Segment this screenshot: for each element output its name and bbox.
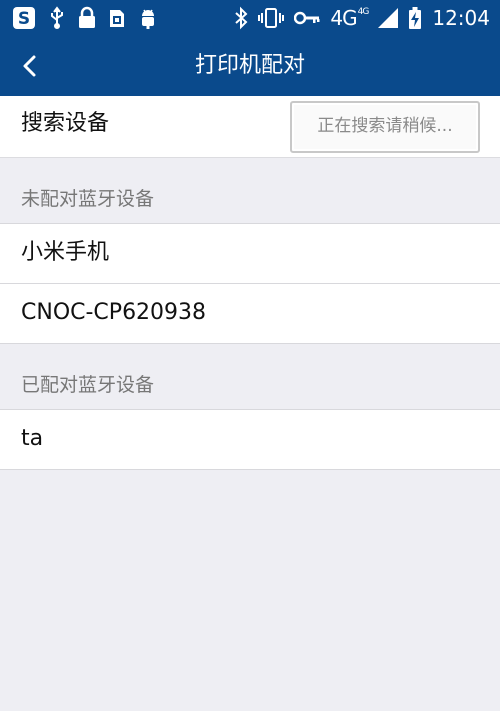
bluetooth-icon [234, 6, 248, 30]
lock-icon [78, 6, 96, 30]
device-name: 小米手机 [21, 240, 110, 265]
status-bar: S 4G 4G 12:04 [0, 0, 500, 36]
title-bar: 打印机配对 [0, 36, 500, 96]
android-debug-icon [138, 6, 158, 30]
unpaired-section-header: 未配对蓝牙设备 [0, 158, 500, 224]
device-name: ta [21, 426, 44, 451]
paired-section-title: 已配对蓝牙设备 [21, 374, 155, 396]
paired-device-item[interactable]: ta [0, 410, 500, 470]
chevron-left-icon [23, 55, 36, 77]
vibrate-icon [258, 6, 285, 30]
unpaired-device-item[interactable]: 小米手机 [0, 224, 500, 284]
network-type-indicator: 4G 4G [330, 6, 369, 30]
svg-text:S: S [18, 9, 30, 29]
key-icon [294, 6, 320, 30]
device-name: CNOC-CP620938 [21, 300, 207, 325]
search-label: 搜索设备 [21, 111, 110, 136]
clock: 12:04 [432, 6, 490, 30]
app-s-icon: S [12, 6, 36, 30]
status-bar-left: S [12, 6, 158, 30]
usb-icon [48, 6, 66, 30]
status-bar-right: 4G 4G 12:04 [234, 6, 490, 30]
unpaired-device-item[interactable]: CNOC-CP620938 [0, 284, 500, 344]
search-status-button[interactable]: 正在搜索请稍候... [290, 101, 480, 153]
paired-section-header: 已配对蓝牙设备 [0, 344, 500, 410]
sim-card-icon [108, 6, 126, 30]
page-title: 打印机配对 [194, 53, 305, 78]
battery-charging-icon [408, 6, 422, 30]
back-button[interactable] [12, 48, 48, 84]
signal-strength-icon [378, 6, 399, 30]
unpaired-section-title: 未配对蓝牙设备 [21, 188, 155, 210]
